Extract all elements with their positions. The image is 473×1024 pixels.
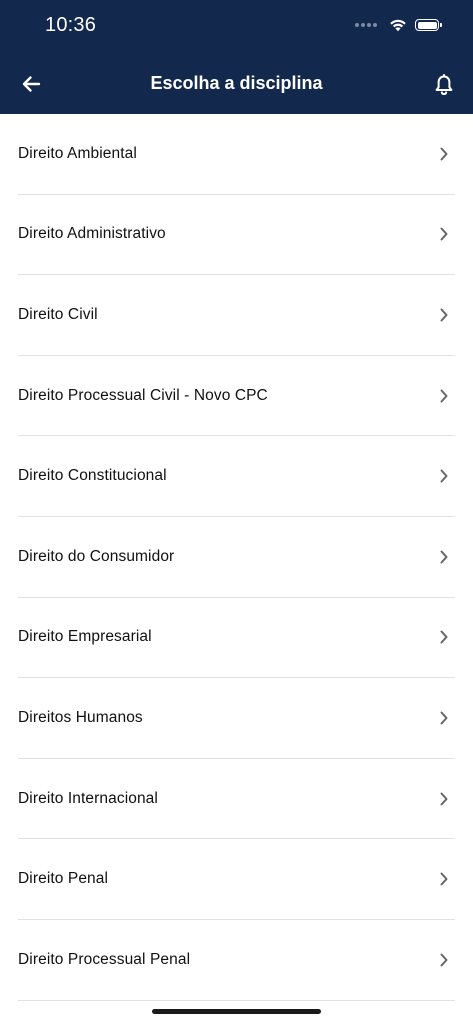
chevron-right-icon: [437, 227, 451, 241]
chevron-right-icon: [437, 389, 451, 403]
chevron-right-icon: [437, 953, 451, 967]
chevron-right-icon: [437, 147, 451, 161]
chevron-right-icon: [437, 630, 451, 644]
chevron-right-icon: [437, 308, 451, 322]
status-bar-time: 10:36: [45, 14, 97, 36]
page-title: Escolha a disciplina: [150, 73, 323, 93]
list-item[interactable]: Direito Penal: [18, 839, 455, 920]
signal-dots-icon: [355, 23, 377, 27]
list-item-label: Direito Processual Civil - Novo CPC: [18, 386, 268, 404]
wifi-icon: [390, 19, 406, 32]
list-item-label: Direitos Humanos: [18, 708, 143, 726]
list-item-label: Direito Administrativo: [18, 225, 166, 243]
battery-icon: [415, 19, 442, 31]
list-item[interactable]: Direito Administrativo: [18, 195, 455, 276]
list-item-label: Direito Penal: [18, 870, 109, 888]
list-item[interactable]: Direito Empresarial: [18, 598, 455, 679]
list-item-label: Direito Processual Penal: [18, 950, 191, 968]
notifications-button[interactable]: [429, 70, 459, 100]
discipline-list: Direito Ambiental Direito Administrativo…: [0, 114, 473, 1001]
list-item[interactable]: Direito do Consumidor: [18, 517, 455, 598]
list-item[interactable]: Direito Ambiental: [18, 114, 455, 195]
chevron-right-icon: [437, 792, 451, 806]
list-item[interactable]: Direito Processual Civil - Novo CPC: [18, 356, 455, 437]
list-item[interactable]: Direito Civil: [18, 275, 455, 356]
list-item-label: Direito Empresarial: [18, 628, 152, 646]
chevron-right-icon: [437, 872, 451, 886]
status-bar-icons: [355, 18, 442, 32]
list-item-label: Direito Constitucional: [18, 467, 167, 485]
list-item-label: Direito do Consumidor: [18, 547, 175, 565]
chevron-right-icon: [437, 469, 451, 483]
chevron-right-icon: [437, 711, 451, 725]
home-indicator[interactable]: [152, 1009, 321, 1014]
list-item-label: Direito Civil: [18, 305, 98, 323]
list-item[interactable]: Direito Processual Penal: [18, 920, 455, 1001]
app-header: 10:36 Escolha a disciplina: [0, 0, 473, 114]
list-item[interactable]: Direito Constitucional: [18, 436, 455, 517]
list-item-label: Direito Ambiental: [18, 144, 137, 162]
list-item[interactable]: Direitos Humanos: [18, 678, 455, 759]
chevron-right-icon: [437, 550, 451, 564]
bell-icon: [435, 74, 453, 95]
list-item-label: Direito Internacional: [18, 789, 158, 807]
list-item[interactable]: Direito Internacional: [18, 759, 455, 840]
